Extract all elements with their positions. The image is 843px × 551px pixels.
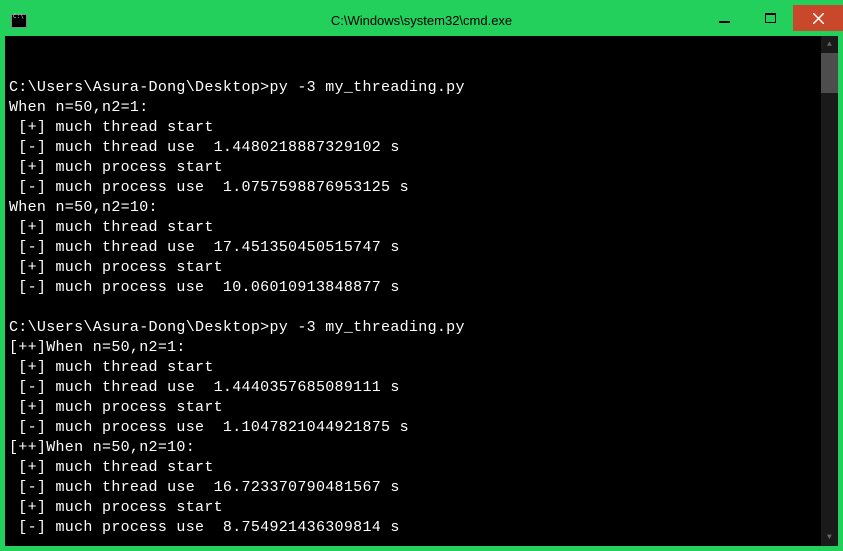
scroll-up-arrow[interactable]: ▲ bbox=[821, 36, 838, 53]
terminal-line: [-] much thread use 16.723370790481567 s bbox=[9, 478, 838, 498]
terminal-line: [++]When n=50,n2=1: bbox=[9, 338, 838, 358]
terminal-line: C:\Users\Asura-Dong\Desktop>py -3 my_thr… bbox=[9, 318, 838, 338]
cmd-icon bbox=[11, 14, 27, 28]
minimize-icon bbox=[719, 13, 730, 24]
close-button[interactable] bbox=[793, 5, 843, 31]
terminal-line bbox=[9, 538, 838, 546]
terminal-line: [+] much process start bbox=[9, 398, 838, 418]
terminal-line: C:\Users\Asura-Dong\Desktop>py -3 my_thr… bbox=[9, 78, 838, 98]
maximize-icon bbox=[765, 13, 776, 24]
cmd-window: C:\Windows\system32\cmd.exe C bbox=[0, 0, 843, 551]
terminal-line: When n=50,n2=1: bbox=[9, 98, 838, 118]
terminal-line: [+] much process start bbox=[9, 498, 838, 518]
maximize-button[interactable] bbox=[747, 5, 793, 31]
window-controls bbox=[701, 5, 843, 31]
terminal-line: [-] much thread use 1.4440357685089111 s bbox=[9, 378, 838, 398]
terminal-line: [-] much process use 1.1047821044921875 … bbox=[9, 418, 838, 438]
terminal-line: [+] much process start bbox=[9, 158, 838, 178]
terminal-line: [+] much process start bbox=[9, 258, 838, 278]
terminal-line: [-] much process use 8.754921436309814 s bbox=[9, 518, 838, 538]
terminal-area[interactable]: C:\Users\Asura-Dong\Desktop>py -3 my_thr… bbox=[5, 36, 838, 546]
titlebar[interactable]: C:\Windows\system32\cmd.exe bbox=[5, 5, 838, 36]
terminal-line: [+] much thread start bbox=[9, 218, 838, 238]
terminal-line: [-] much process use 1.0757598876953125 … bbox=[9, 178, 838, 198]
terminal-line: [-] much process use 10.06010913848877 s bbox=[9, 278, 838, 298]
terminal-line: [++]When n=50,n2=10: bbox=[9, 438, 838, 458]
scroll-down-arrow[interactable]: ▼ bbox=[821, 529, 838, 546]
close-icon bbox=[813, 13, 824, 24]
scrollbar[interactable]: ▲ ▼ bbox=[821, 36, 838, 546]
terminal-line: [-] much thread use 1.4480218887329102 s bbox=[9, 138, 838, 158]
terminal-line: When n=50,n2=10: bbox=[9, 198, 838, 218]
window-title: C:\Windows\system32\cmd.exe bbox=[331, 13, 512, 28]
terminal-line: [-] much thread use 17.451350450515747 s bbox=[9, 238, 838, 258]
terminal-line bbox=[9, 298, 838, 318]
terminal-line: [+] much thread start bbox=[9, 118, 838, 138]
minimize-button[interactable] bbox=[701, 5, 747, 31]
terminal-line: [+] much thread start bbox=[9, 458, 838, 478]
scrollbar-thumb[interactable] bbox=[821, 53, 838, 93]
terminal-line: [+] much thread start bbox=[9, 358, 838, 378]
terminal-output: C:\Users\Asura-Dong\Desktop>py -3 my_thr… bbox=[9, 78, 838, 546]
